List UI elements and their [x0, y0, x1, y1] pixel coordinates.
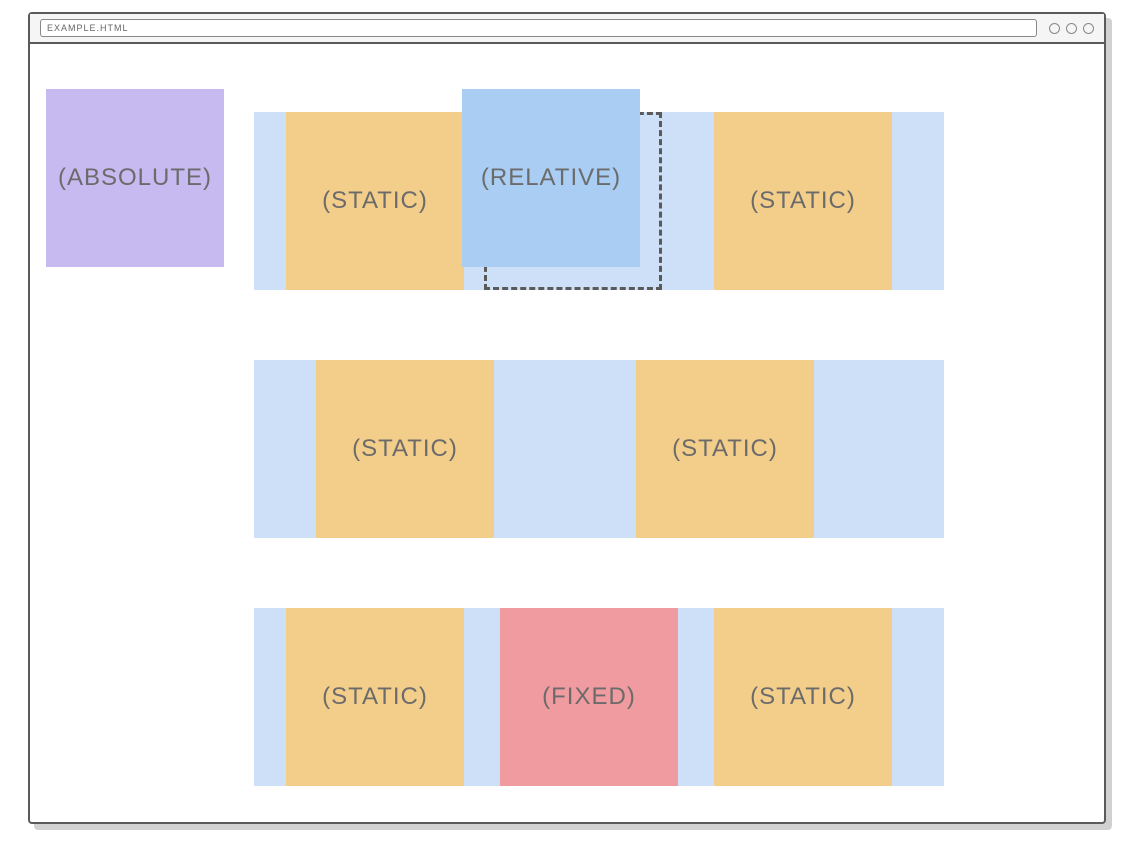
window-dot-icon[interactable]: [1049, 23, 1060, 34]
absolute-box: (absolute): [46, 89, 224, 267]
fixed-box: (fixed): [500, 608, 678, 786]
address-bar[interactable]: example.html: [40, 19, 1037, 37]
window-controls: [1049, 23, 1094, 34]
browser-chrome: example.html: [30, 14, 1104, 44]
box-label: (absolute): [58, 164, 212, 192]
window-dot-icon[interactable]: [1083, 23, 1094, 34]
box-label: (static): [322, 187, 428, 215]
static-box: (static): [636, 360, 814, 538]
box-label: (fixed): [542, 683, 636, 711]
relative-box: (relative): [462, 89, 640, 267]
box-label: (static): [352, 435, 458, 463]
viewport: (absolute) (static) (relative) (static) …: [30, 44, 1104, 822]
box-label: (static): [750, 683, 856, 711]
static-box: (static): [316, 360, 494, 538]
box-label: (static): [750, 187, 856, 215]
browser-window: example.html (absolute) (static) (relati…: [28, 12, 1106, 824]
static-box: (static): [714, 112, 892, 290]
window-dot-icon[interactable]: [1066, 23, 1077, 34]
static-box: (static): [714, 608, 892, 786]
static-box: (static): [286, 608, 464, 786]
box-label: (static): [322, 683, 428, 711]
address-text: example.html: [47, 23, 129, 33]
box-label: (static): [672, 435, 778, 463]
static-box: (static): [286, 112, 464, 290]
box-label: (relative): [481, 164, 621, 192]
